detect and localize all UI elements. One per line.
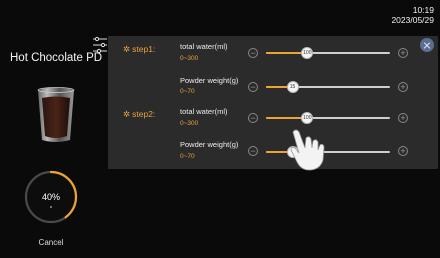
step2-water-range: 0~300	[180, 120, 199, 127]
step1-powder-slider[interactable]: 15	[266, 81, 390, 93]
step2-powder-title: Powder weight(g)	[180, 140, 239, 149]
minus-icon[interactable]: −	[248, 113, 258, 123]
step1-water-slider[interactable]: 100	[266, 47, 390, 59]
step2-water-slider[interactable]: 100	[266, 112, 390, 124]
gear-icon: ✲	[123, 109, 131, 119]
hand-pointer-icon	[290, 129, 325, 171]
step1-powder-range: 0~70	[180, 88, 195, 95]
gear-icon: ✲	[123, 44, 131, 54]
step1-label: ✲ step1:	[123, 44, 155, 55]
step2-water-title: total water(ml)	[180, 107, 228, 116]
plus-icon[interactable]: +	[398, 113, 408, 123]
step2-powder-range: 0~70	[180, 153, 195, 160]
drink-cup-image	[37, 87, 75, 142]
step2-text: step2:	[132, 109, 156, 119]
step1-water-title: total water(ml)	[180, 42, 228, 51]
plus-icon[interactable]: +	[398, 146, 408, 156]
slider-thumb[interactable]: 15	[286, 81, 299, 93]
clock-date: 2023/05/29	[391, 15, 434, 25]
sliders-icon[interactable]	[92, 36, 108, 54]
status-clock: 10:19 2023/05/29	[391, 5, 434, 25]
progress-percent: 40%	[41, 192, 60, 202]
close-icon[interactable]	[420, 38, 434, 52]
minus-icon[interactable]: −	[248, 146, 258, 156]
step1-powder-title: Powder weight(g)	[180, 76, 239, 85]
recipe-settings-panel	[108, 36, 438, 169]
minus-icon[interactable]: −	[248, 48, 258, 58]
step2-powder-slider[interactable]	[266, 146, 390, 158]
cancel-button[interactable]: Cancel	[31, 238, 71, 247]
product-title: Hot Chocolate PD	[10, 52, 103, 64]
step1-water-range: 0~300	[180, 55, 199, 62]
step2-label: ✲ step2:	[123, 109, 155, 120]
step1-text: step1:	[132, 44, 156, 54]
clock-time: 10:19	[412, 5, 434, 15]
plus-icon[interactable]: +	[398, 48, 408, 58]
minus-icon[interactable]: −	[248, 82, 258, 92]
plus-icon[interactable]: +	[398, 82, 408, 92]
